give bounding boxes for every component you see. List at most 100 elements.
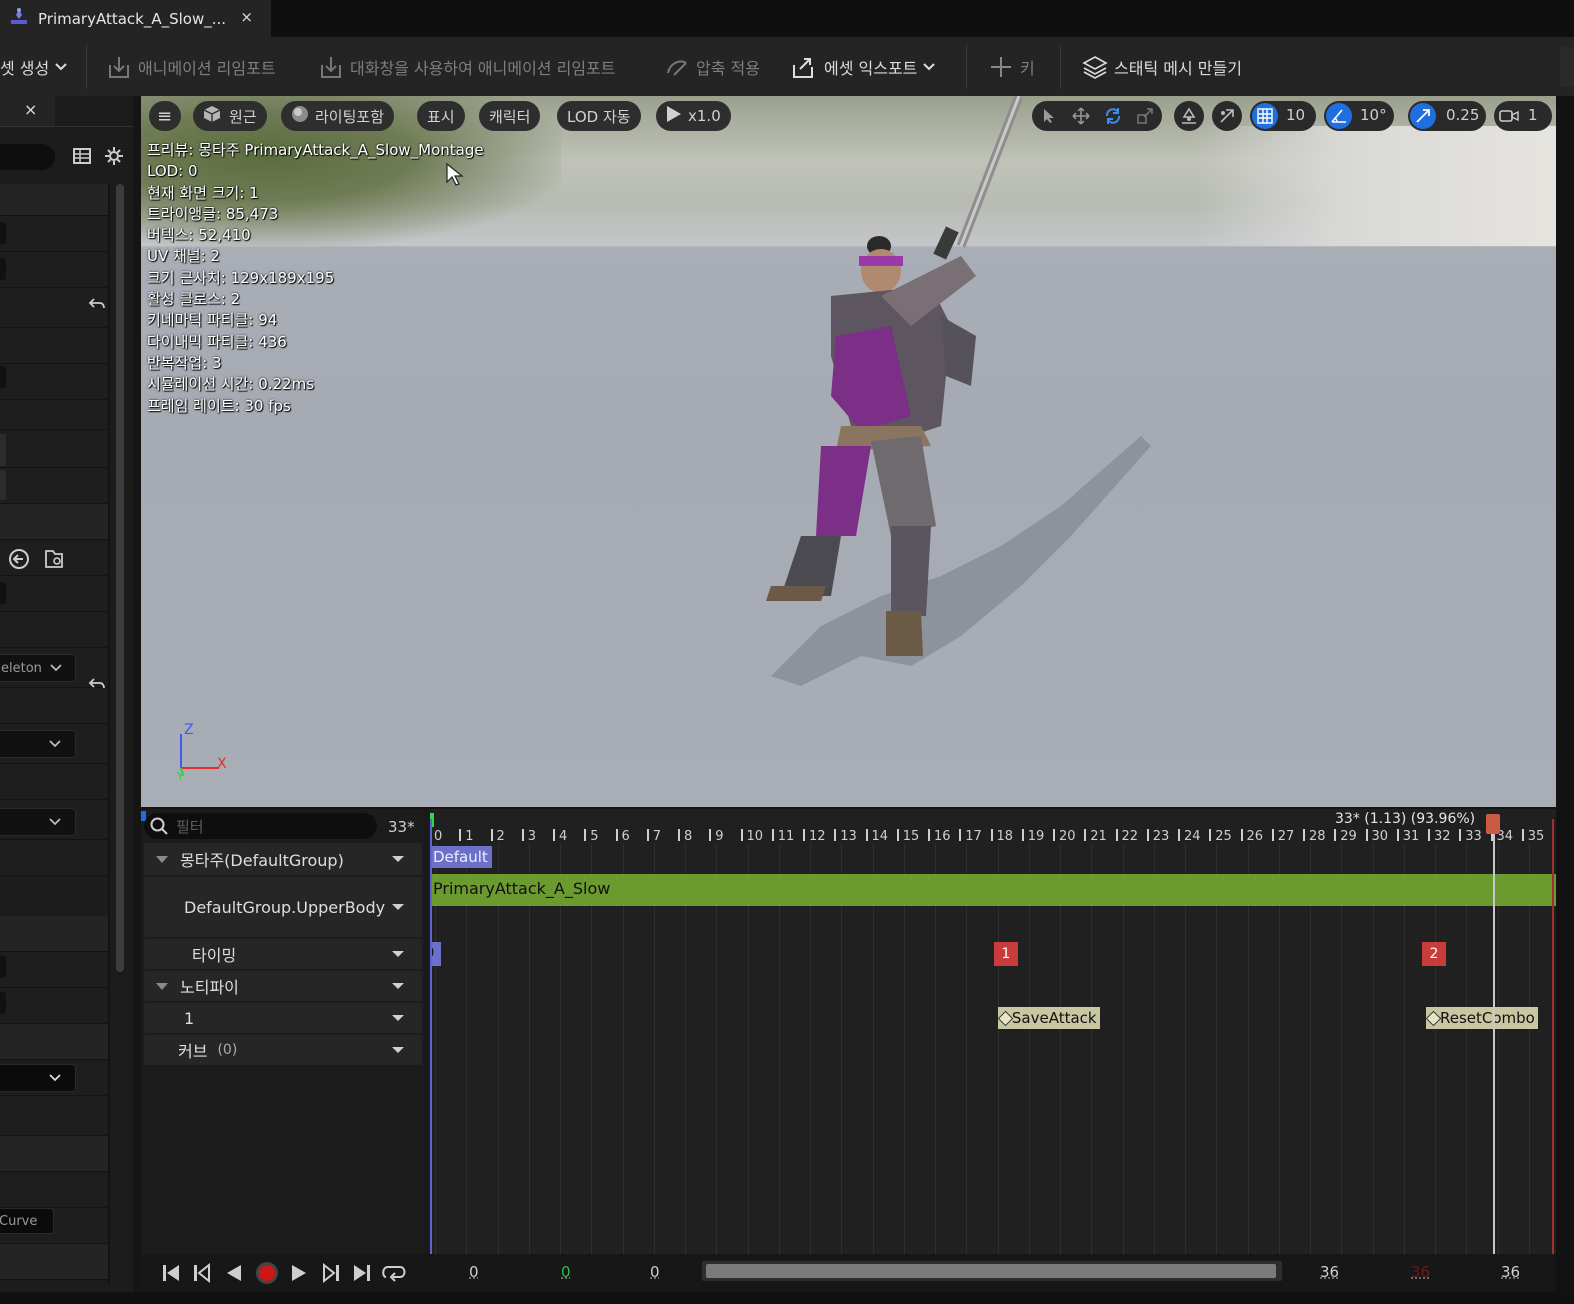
next-frame-button[interactable] [316, 1259, 346, 1287]
show-flags-button[interactable]: 표시 [417, 101, 465, 131]
timeline-scrollbar[interactable] [702, 1261, 1282, 1281]
reimport-dialog-label: 대화창을 사용하여 애니메이션 리임포트 [350, 58, 616, 78]
scale-icon[interactable] [1132, 103, 1158, 129]
lod-label: LOD 자동 [567, 107, 631, 126]
asset-tab[interactable]: PrimaryAttack_A_Slow_... × [0, 0, 271, 37]
rotate-icon[interactable] [1100, 103, 1126, 129]
toolbar-overflow[interactable] [1560, 47, 1574, 87]
mouse-cursor-icon [446, 162, 464, 186]
working-range-end[interactable]: 36 [1320, 1263, 1339, 1281]
notify-sub-track[interactable]: 1 [144, 1003, 422, 1033]
play-forward-button[interactable] [284, 1259, 314, 1287]
ruler-tick: 20 [1053, 829, 1076, 844]
grid-snap-group[interactable]: 10 [1250, 101, 1316, 131]
dropdown-arrow-icon[interactable] [392, 951, 404, 957]
dropdown-arrow-icon[interactable] [392, 856, 404, 862]
select-cursor-icon[interactable] [1036, 103, 1062, 129]
browse-back-icon[interactable] [8, 548, 30, 574]
play-reverse-button[interactable] [219, 1259, 249, 1287]
reimport-with-dialog-button[interactable]: 대화창을 사용하여 애니메이션 리임포트 [318, 37, 616, 96]
settings-gear-icon[interactable] [104, 146, 124, 170]
timing-marker-1[interactable]: 1 [993, 942, 1018, 966]
details-scrollbar[interactable] [116, 184, 124, 972]
camera-speed-group[interactable]: 1 [1494, 101, 1552, 131]
ruler-tick: 15 [896, 829, 919, 844]
create-asset-button[interactable]: 셋 생성 [0, 37, 73, 96]
notify-save-attack[interactable]: SaveAttack [997, 1007, 1100, 1029]
stat-uv-channels: UV 채널: 2 [147, 247, 220, 266]
curves-track[interactable]: 커브 (0) [144, 1035, 422, 1065]
montage-group-track[interactable]: 몽타주(DefaultGroup) [144, 843, 422, 875]
timing-track[interactable]: 타이밍 [144, 939, 422, 969]
chevron-down-icon [55, 62, 67, 71]
notifies-track[interactable]: 노티파이 [144, 971, 422, 1001]
viewport-menu-button[interactable]: ≡ [149, 101, 181, 131]
slot-track[interactable]: DefaultGroup.UpperBody [144, 877, 422, 937]
working-range-start[interactable]: 0 [650, 1263, 660, 1281]
playback-start-frame[interactable]: 0 [561, 1263, 571, 1281]
details-close-button[interactable]: × [24, 100, 37, 119]
stat-preview: 프리뷰: 몽타주 PrimaryAttack_A_Slow_Montage [147, 141, 484, 159]
apply-compression-button[interactable]: 압축 적용 [664, 37, 760, 96]
scale-snap-group[interactable]: 0.25 [1408, 101, 1486, 131]
search-icon [150, 817, 168, 835]
ruler-tick: 30 [1365, 829, 1388, 844]
go-to-end-button[interactable] [347, 1259, 377, 1287]
dropdown-arrow-icon[interactable] [392, 1047, 404, 1053]
timing-marker-2[interactable]: 2 [1422, 942, 1446, 966]
playback-rate-button[interactable]: x1.0 [656, 101, 731, 131]
playhead-handle[interactable] [1486, 814, 1501, 834]
dropdown-arrow-icon[interactable] [392, 1015, 404, 1021]
translate-icon[interactable] [1068, 103, 1094, 129]
reset-arrow-icon[interactable] [88, 296, 106, 316]
surface-snap-button[interactable] [1174, 101, 1204, 131]
montage-asset-icon [8, 6, 30, 32]
dropdown-combo[interactable] [0, 1064, 76, 1092]
lighting-mode-button[interactable]: 라이팅포함 [281, 101, 395, 131]
dropdown-arrow-icon[interactable] [392, 904, 404, 910]
rotation-snap-group[interactable]: 10° [1324, 101, 1394, 131]
surface-snap-icon [1176, 103, 1202, 129]
preview-viewport[interactable]: ≡ 원근 라이팅포함 표시 캐릭터 LOD 자동 x1.0 10 10° 0.2… [141, 96, 1556, 807]
playback-end-frame[interactable]: 36 [1411, 1263, 1430, 1281]
make-static-mesh-button[interactable]: 스태틱 메시 만들기 [1082, 37, 1242, 96]
dropdown-combo[interactable] [0, 730, 76, 758]
loop-button[interactable] [379, 1259, 409, 1287]
reset-arrow-icon[interactable] [88, 676, 106, 696]
curve-button[interactable]: Curve [0, 1208, 54, 1234]
playhead[interactable] [1493, 819, 1496, 1254]
dropdown-arrow-icon[interactable] [392, 983, 404, 989]
collapse-arrow-icon[interactable] [156, 855, 168, 863]
scrollbar-thumb[interactable] [706, 1264, 1276, 1278]
reimport-animation-button[interactable]: 애니메이션 리임포트 [106, 37, 276, 96]
stat-screen-size: 현재 화면 크기: 1 [147, 183, 259, 202]
lod-button[interactable]: LOD 자동 [557, 101, 641, 131]
world-local-button[interactable] [1212, 101, 1242, 131]
perspective-button[interactable]: 원근 [193, 101, 267, 131]
collapse-arrow-icon[interactable] [156, 982, 168, 990]
track-filter-input[interactable]: 필터 [144, 813, 377, 839]
montage-segment[interactable]: PrimaryAttack_A_Slow [430, 874, 1556, 906]
tab-close-button[interactable]: × [240, 8, 253, 26]
view-end-frame[interactable]: 36 [1501, 1263, 1520, 1281]
skeleton-combo[interactable]: eleton [0, 654, 76, 682]
record-button[interactable] [252, 1259, 282, 1287]
table-view-icon[interactable] [72, 146, 92, 170]
notify-reset-combo[interactable]: ResetCombo [1426, 1007, 1538, 1029]
prev-frame-button[interactable] [187, 1259, 217, 1287]
axis-x-label: X [217, 756, 227, 772]
character-menu-button[interactable]: 캐릭터 [479, 101, 541, 131]
ruler-tick: 27 [1271, 829, 1294, 844]
montage-timeline[interactable]: 0 1 2 3 4 5 6 7 8 9 10 11 12 13 14 15 16 17 18 19 20 21 22 23 24… [430, 809, 1556, 1254]
add-key-label: 키 [1020, 58, 1035, 78]
view-start-frame[interactable]: 0 [469, 1263, 479, 1281]
browse-asset-icon[interactable] [44, 548, 66, 574]
details-search-input[interactable] [0, 144, 55, 170]
ruler-tick: 14 [865, 829, 888, 844]
add-key-button[interactable]: 키 [988, 37, 1035, 96]
compression-icon [664, 55, 690, 79]
section-label[interactable]: Default [430, 846, 492, 868]
export-asset-button[interactable]: 에셋 익스포트 [790, 37, 941, 96]
dropdown-combo[interactable] [0, 808, 76, 836]
go-to-start-button[interactable] [156, 1259, 186, 1287]
